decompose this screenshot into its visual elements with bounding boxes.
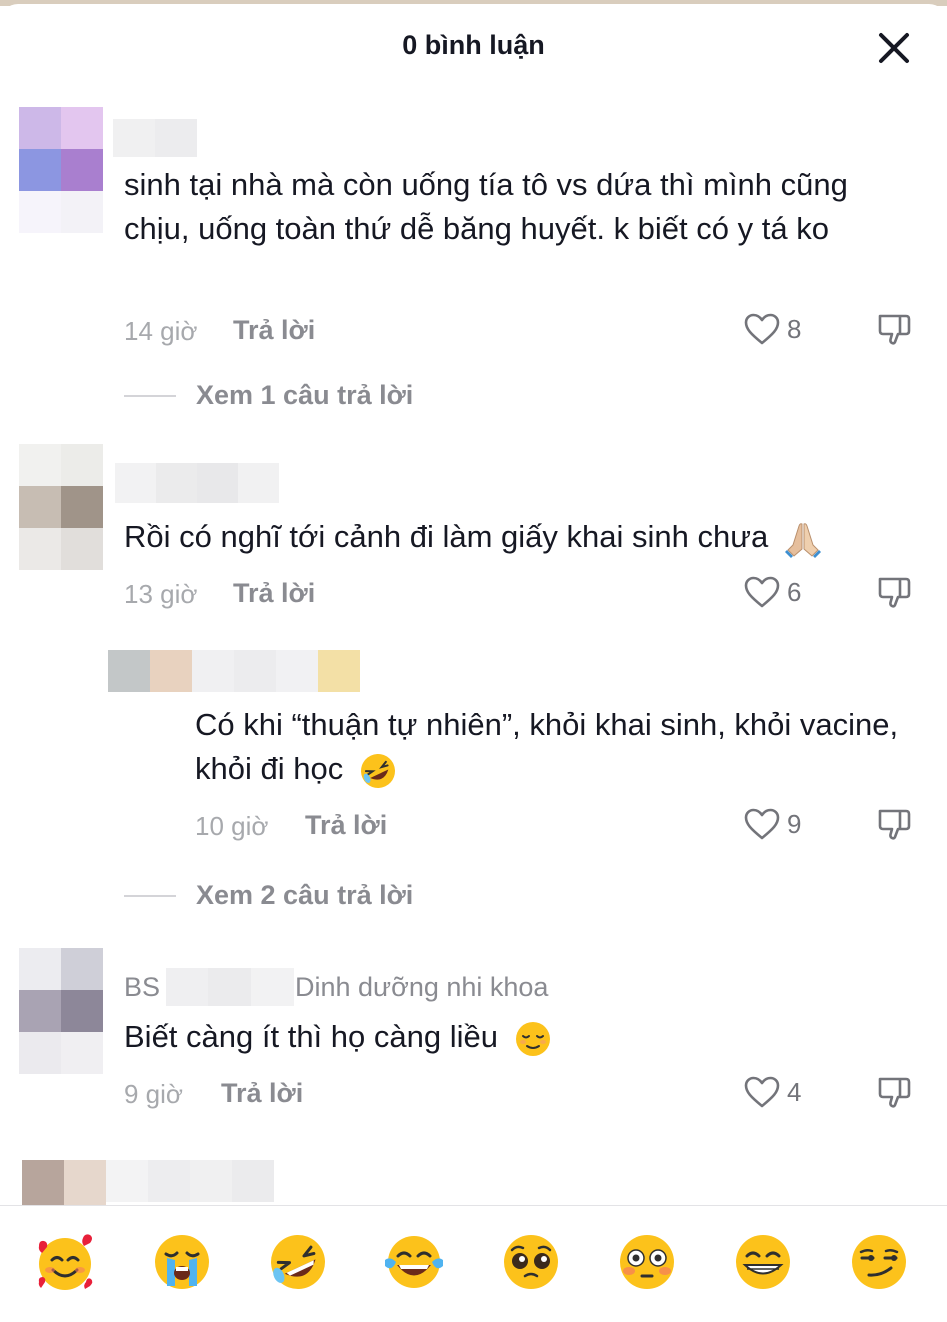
avatar[interactable] [19,444,103,570]
emoji-smiling-face-with-hearts-button[interactable] [33,1230,97,1294]
emoji-pleading-face-button[interactable] [499,1230,563,1294]
comment-text: Rồi có nghĩ tới cảnh đi làm giấy khai si… [124,515,914,559]
heart-icon [744,576,780,608]
username-blurred[interactable] [113,119,197,157]
rolling-on-floor-laughing-emoji-icon [360,753,395,788]
view-replies-button[interactable]: Xem 1 câu trả lời [124,380,413,411]
thumbs-down-icon [878,577,911,608]
heart-icon [744,1076,780,1108]
pleading-face-icon [504,1235,558,1289]
emoji-loudly-crying-face-button[interactable] [150,1230,214,1294]
thumbs-down-icon [878,1077,911,1108]
reply-button[interactable]: Trả lời [305,810,387,841]
emoji-face-with-tears-of-joy-button[interactable] [382,1230,446,1294]
comment-text-content: Biết càng ít thì họ càng liều [124,1019,498,1054]
divider-line [124,394,176,397]
heart-icon [744,313,780,345]
username-prefix[interactable]: BS [124,972,160,1003]
heart-icon [744,808,780,840]
avatar[interactable] [19,107,103,233]
like-button[interactable]: 4 [743,1075,801,1109]
avatar[interactable] [22,1160,106,1205]
comment-text-content: Có khi “thuận tự nhiên”, khỏi khai sinh,… [195,707,899,786]
reply-button[interactable]: Trả lời [221,1078,303,1109]
folded-hands-emoji-icon [784,523,821,558]
like-count: 8 [787,313,802,344]
username-blurred[interactable] [192,650,360,692]
reply-button[interactable]: Trả lời [233,315,315,346]
grinning-face-icon [736,1235,790,1289]
comments-count-title: 0 bình luận [402,30,545,60]
emoji-grinning-face-button[interactable] [731,1230,795,1294]
view-replies-label: Xem 1 câu trả lời [196,380,414,410]
avatar[interactable] [108,650,192,692]
emoji-smirking-face-button[interactable] [847,1230,911,1294]
dislike-button[interactable] [876,311,912,352]
relieved-face-emoji-icon [515,1021,550,1056]
comment-time: 9 giờ [124,1079,183,1109]
like-button[interactable]: 9 [743,807,801,841]
emoji-quick-bar [0,1205,947,1322]
view-replies-button[interactable]: Xem 2 câu trả lời [124,880,413,911]
rolling-on-floor-laughing-icon [271,1235,325,1289]
reply-button[interactable]: Trả lời [233,578,315,609]
comment-text: sinh tại nhà mà còn uống tía tô vs dứa t… [124,167,848,246]
view-replies-label: Xem 2 câu trả lời [196,880,414,910]
close-button[interactable] [872,26,916,70]
emoji-rolling-on-floor-laughing-button[interactable] [266,1230,330,1294]
username-suffix[interactable]: Dinh dưỡng nhi khoa [295,972,548,1003]
like-count: 4 [787,1076,802,1107]
like-count: 9 [787,808,802,839]
smirking-face-icon [852,1235,906,1289]
comment-text: Có khi “thuận tự nhiên”, khỏi khai sinh,… [195,703,905,791]
close-icon [879,33,909,63]
comment-time: 13 giờ [124,579,198,609]
comment-time: 10 giờ [195,811,269,841]
thumbs-down-icon [878,314,911,345]
smiling-face-with-hearts-icon [38,1234,93,1290]
emoji-flushed-face-button[interactable] [615,1230,679,1294]
like-button[interactable]: 8 [743,312,801,346]
divider-line [124,894,176,897]
dislike-button[interactable] [876,1074,912,1115]
face-with-tears-of-joy-icon [385,1236,443,1288]
comment-text: Biết càng ít thì họ càng liều [124,1015,914,1059]
avatar[interactable] [19,948,103,1074]
username-blurred[interactable] [166,968,294,1006]
comment-time: 14 giờ [124,316,198,346]
username-blurred[interactable] [115,463,279,503]
flushed-face-icon [620,1235,674,1289]
dislike-button[interactable] [876,574,912,615]
comment-text-content: Rồi có nghĩ tới cảnh đi làm giấy khai si… [124,519,769,554]
like-count: 6 [787,576,802,607]
username-blurred[interactable] [106,1160,274,1202]
loudly-crying-face-icon [155,1235,209,1289]
thumbs-down-icon [878,809,911,840]
dislike-button[interactable] [876,806,912,847]
like-button[interactable]: 6 [743,575,801,609]
